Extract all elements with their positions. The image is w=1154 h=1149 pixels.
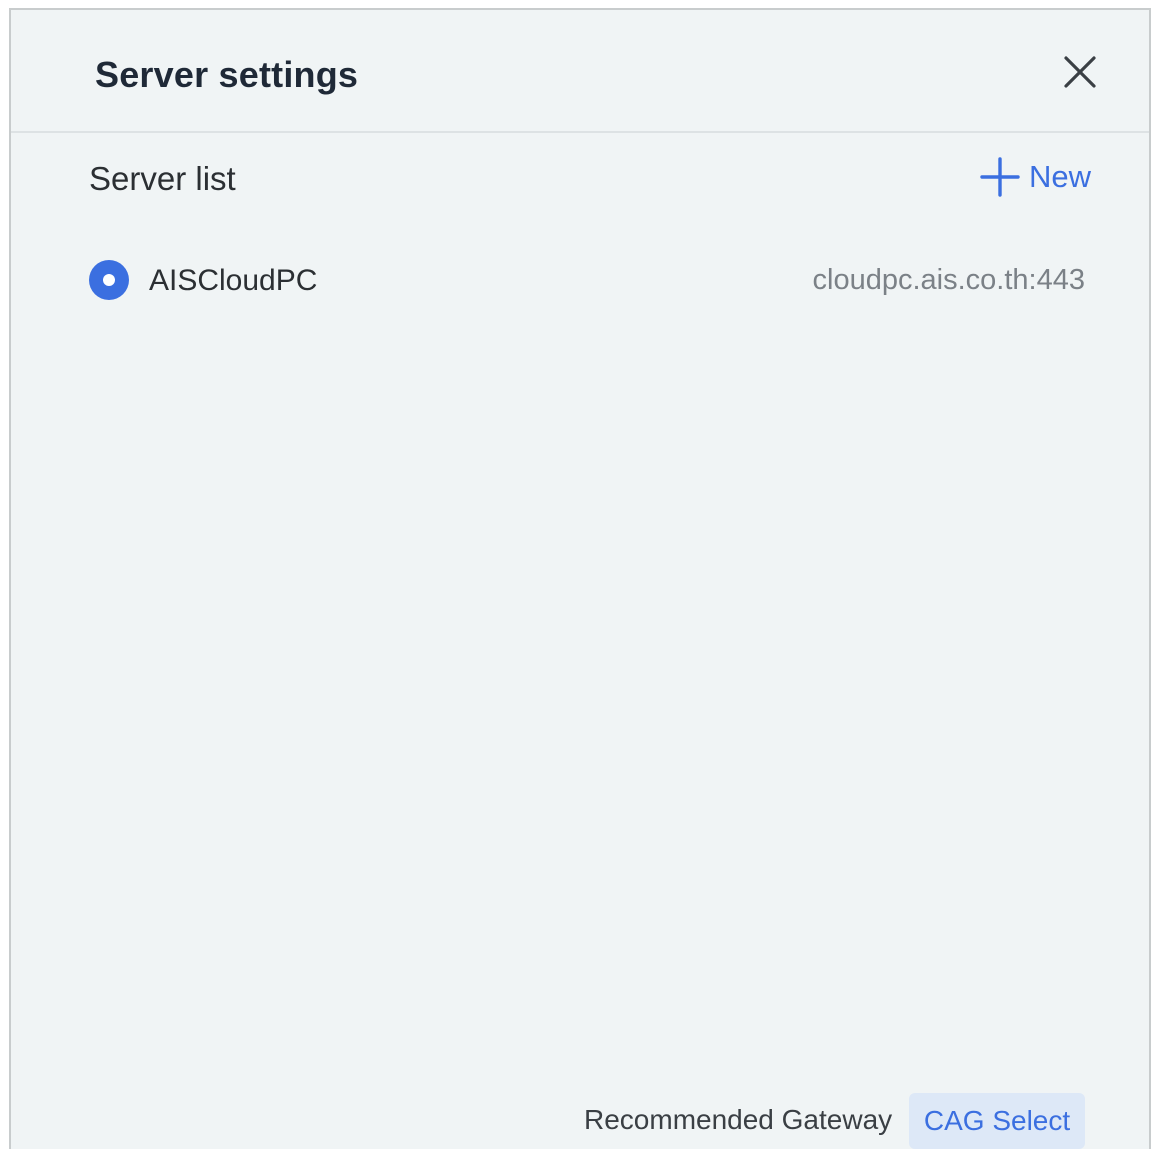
new-button-label: New — [1029, 159, 1092, 194]
radio-selected-icon[interactable] — [89, 260, 129, 300]
server-settings-dialog: Server settings Server list New AISCloud… — [9, 8, 1151, 1149]
dialog-header: Server settings — [11, 10, 1149, 133]
plus-icon — [980, 157, 1020, 197]
server-address: cloudpc.ais.co.th:443 — [812, 264, 1085, 296]
server-list-label: Server list — [89, 160, 236, 197]
server-name: AISCloudPC — [149, 264, 318, 297]
dialog-title: Server settings — [95, 54, 359, 95]
server-list-item[interactable]: AISCloudPC cloudpc.ais.co.th:443 — [87, 254, 1087, 306]
cag-select-button[interactable]: CAG Select — [909, 1093, 1085, 1149]
close-button[interactable] — [1058, 50, 1102, 94]
close-icon — [1064, 56, 1096, 88]
new-server-button[interactable]: New — [979, 153, 1091, 201]
recommended-gateway-label: Recommended Gateway — [584, 1104, 893, 1135]
